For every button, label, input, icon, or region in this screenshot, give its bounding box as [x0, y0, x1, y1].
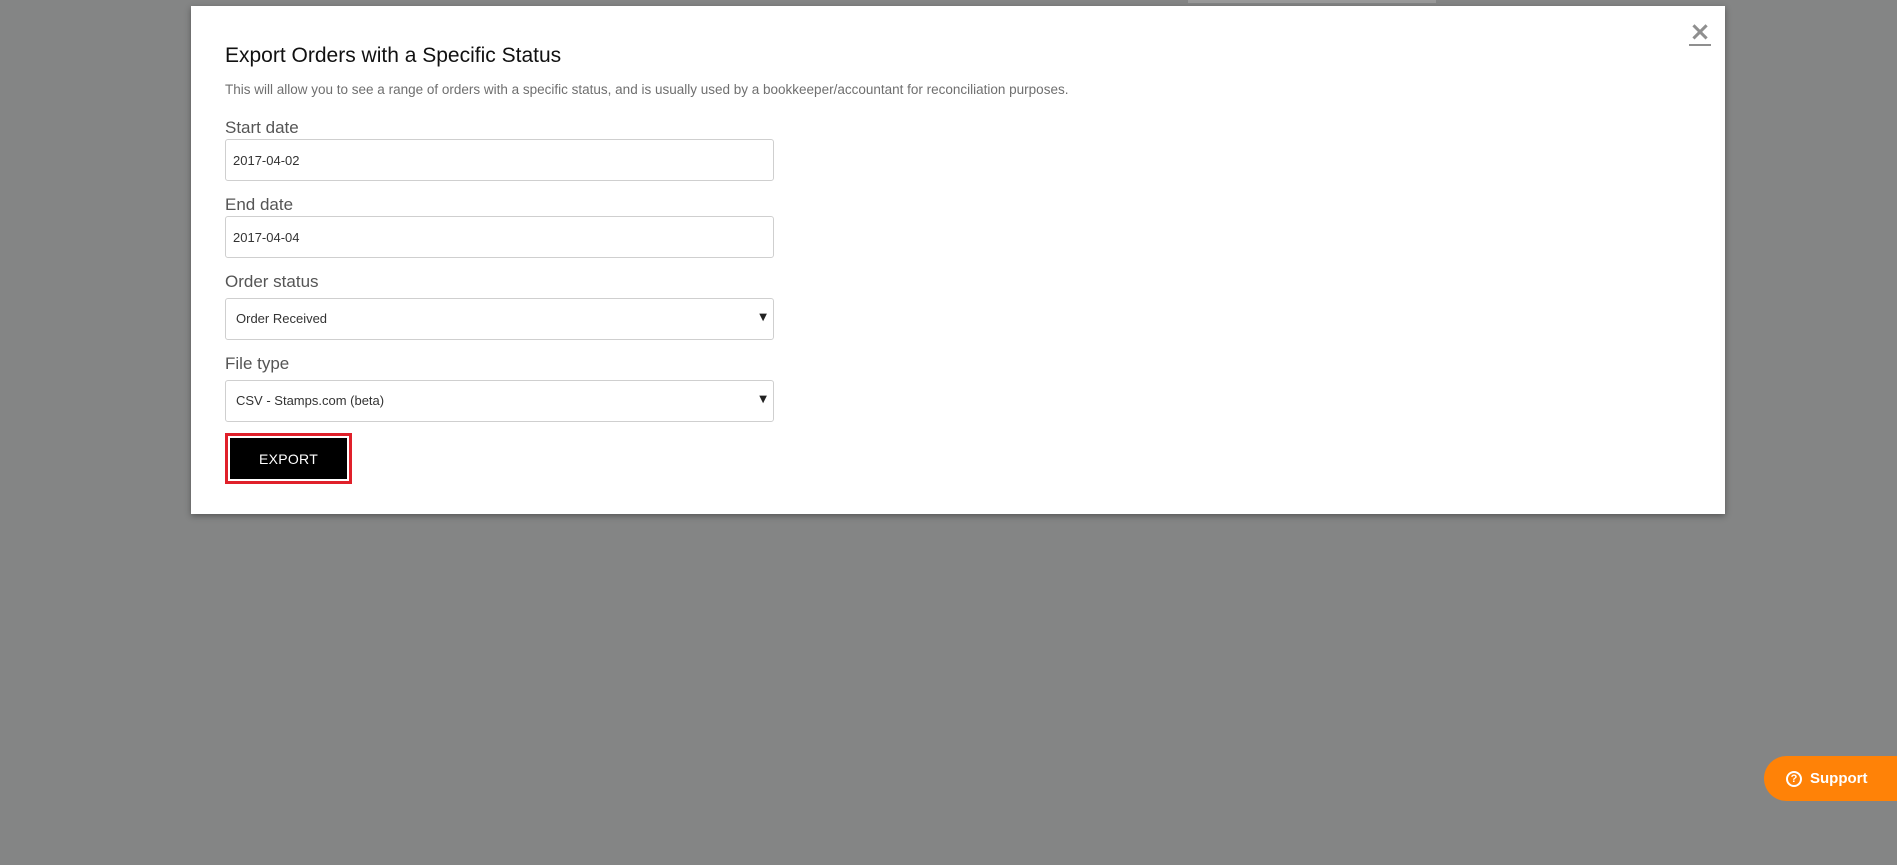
file-type-select[interactable]: CSV - Stamps.com (beta) ▼ — [225, 380, 774, 422]
support-button[interactable]: ? Support — [1764, 756, 1897, 801]
start-date-label: Start date — [225, 118, 299, 137]
help-circle-icon: ? — [1786, 770, 1802, 787]
order-status-label: Order status — [225, 272, 319, 291]
end-date-input[interactable] — [225, 216, 774, 258]
order-status-select[interactable]: Order Received ▼ — [225, 298, 774, 340]
modal-title: Export Orders with a Specific Status — [225, 44, 562, 67]
close-icon: × — [1689, 16, 1711, 47]
export-orders-modal: × Export Orders with a Specific Status T… — [191, 6, 1725, 514]
chevron-down-icon: ▼ — [759, 394, 767, 405]
order-status-selected-value: Order Received — [236, 311, 328, 326]
end-date-label: End date — [225, 195, 294, 214]
modal-description: This will allow you to see a range of or… — [225, 82, 1069, 97]
export-button[interactable]: EXPORT — [230, 438, 347, 479]
start-date-input[interactable] — [225, 139, 774, 181]
file-type-selected-value: CSV - Stamps.com (beta) — [236, 393, 385, 408]
export-button-highlight: EXPORT — [225, 433, 352, 484]
chevron-down-icon: ▼ — [759, 312, 767, 323]
file-type-label: File type — [225, 354, 290, 373]
support-label: Support — [1810, 770, 1868, 787]
close-button[interactable]: × — [1689, 16, 1711, 47]
background-tab-edge — [1188, 0, 1436, 3]
